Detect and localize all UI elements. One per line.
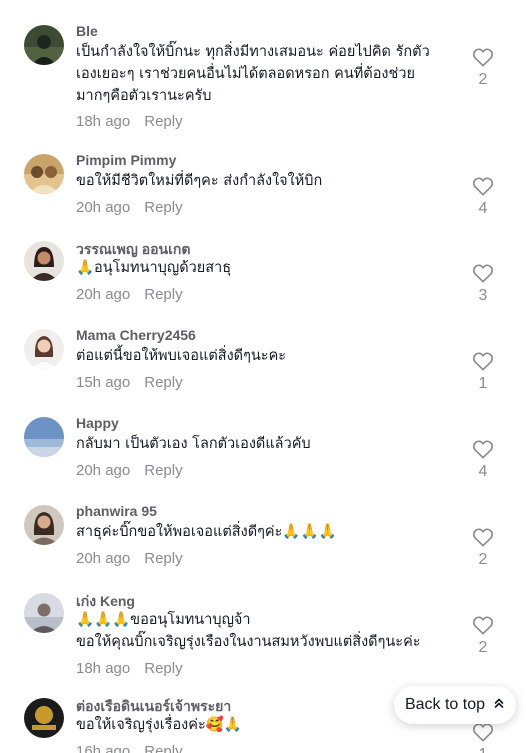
heart-icon: [472, 723, 494, 742]
back-to-top-button[interactable]: Back to top: [394, 686, 516, 724]
avatar[interactable]: [24, 417, 64, 457]
comment-time: 18h ago: [76, 113, 131, 130]
comment-text-line: กลับมา เป็นตัวเอง โลกตัวเองดีแล้วคับ: [76, 436, 311, 452]
like-count: 4: [478, 463, 488, 480]
comment-text: 🙏อนุโมทนาบุญด้วยสาธุ: [76, 257, 461, 279]
avatar-image: [24, 329, 64, 369]
reply-button[interactable]: Reply: [144, 199, 182, 216]
avatar[interactable]: [24, 505, 64, 545]
like-button[interactable]: 4: [470, 176, 496, 218]
avatar-image: [24, 154, 64, 194]
comment-text-line: 🙏🙏🙏ขออนุโมทนาบุญจ้า: [76, 612, 251, 628]
reply-button[interactable]: Reply: [144, 660, 182, 677]
comment-text-line: เองเยอะๆ เราช่วยคนอื่นไม่ได้ตลอดหรอก คนท…: [76, 66, 415, 82]
comment-time: 16h ago: [76, 743, 131, 753]
comment-meta: 18h ago Reply: [76, 660, 183, 677]
like-button[interactable]: 2: [470, 615, 496, 657]
comment-text: เป็นกำลังใจให้บิ๊กนะ ทุกสิ่งมีทางเสมอนะ …: [76, 41, 461, 107]
reply-button[interactable]: Reply: [144, 286, 182, 303]
like-button[interactable]: 3: [470, 263, 496, 305]
heart-icon: [472, 177, 494, 196]
comment-username[interactable]: Mama Cherry2456: [76, 327, 196, 343]
avatar-image: [24, 505, 64, 545]
comment-text: ขอให้มีชีวิตใหม่ที่ดีๆคะ ส่งกำลังใจให้บิ…: [76, 170, 461, 192]
avatar-image: [24, 417, 64, 457]
comment-time: 20h ago: [76, 286, 131, 303]
comment-username[interactable]: Ble: [76, 23, 98, 39]
comment-time: 20h ago: [76, 550, 131, 567]
like-count: 1: [470, 746, 496, 753]
like-button[interactable]: 4: [470, 439, 496, 481]
comment-username[interactable]: phanwira 95: [76, 503, 157, 519]
like-button[interactable]: 1: [470, 351, 496, 393]
comment-username[interactable]: Happy: [76, 415, 119, 431]
comment-text-line: ขอให้คุณบิ๊กเจริญรุ่งเรืองในงานสมหวังพบแ…: [76, 634, 421, 650]
comment-text-line: มากๆคือตัวเรานะครับ: [76, 88, 212, 104]
like-count: 4: [478, 200, 488, 217]
heart-icon: [472, 48, 494, 67]
heart-icon: [472, 352, 494, 371]
like-count: 1: [478, 375, 488, 392]
comment-meta: 20h ago Reply: [76, 462, 183, 479]
comment-text: 🙏🙏🙏ขออนุโมทนาบุญจ้า ขอให้คุณบิ๊กเจริญรุ่…: [76, 609, 461, 653]
comment-text-line: 🙏อนุโมทนาบุญด้วยสาธุ: [76, 260, 232, 276]
avatar[interactable]: [24, 241, 64, 281]
reply-button[interactable]: Reply: [144, 113, 182, 130]
comment-text: ต่อแต่นี้ขอให้พบเจอแต่สิ่งดีๆนะคะ: [76, 345, 461, 367]
comment-text-line: สาธุค่ะบิ๊กขอให้พอเจอแต่สิ่งดีๆค่ะ🙏🙏🙏: [76, 524, 337, 540]
avatar[interactable]: [24, 329, 64, 369]
like-count: 2: [478, 71, 488, 88]
heart-icon: [472, 528, 494, 547]
avatar-image: [24, 698, 64, 738]
avatar-image: [24, 25, 64, 65]
double-chevron-up-icon: [493, 696, 505, 714]
comment-text-line: ต่อแต่นี้ขอให้พบเจอแต่สิ่งดีๆนะคะ: [76, 348, 287, 364]
back-to-top-label: Back to top: [404, 696, 486, 713]
avatar[interactable]: [24, 698, 64, 738]
comment-meta: 16h ago Reply: [76, 743, 183, 753]
comment-time: 20h ago: [76, 199, 131, 216]
heart-icon: [472, 440, 494, 459]
reply-button[interactable]: Reply: [144, 374, 182, 391]
comment-meta: 20h ago Reply: [76, 550, 183, 567]
comment-username[interactable]: Pimpim Pimmy: [76, 152, 176, 168]
comment-text: สาธุค่ะบิ๊กขอให้พอเจอแต่สิ่งดีๆค่ะ🙏🙏🙏: [76, 521, 461, 543]
comment-meta: 18h ago Reply: [76, 113, 183, 130]
comment-text-line: เป็นกำลังใจให้บิ๊กนะ ทุกสิ่งมีทางเสมอนะ …: [76, 44, 430, 60]
avatar[interactable]: [24, 593, 64, 633]
reply-button[interactable]: Reply: [144, 550, 182, 567]
reply-button[interactable]: Reply: [144, 743, 182, 753]
like-button[interactable]: 2: [470, 527, 496, 569]
avatar[interactable]: [24, 25, 64, 65]
like-count: 2: [478, 639, 488, 656]
like-button[interactable]: 2: [470, 47, 496, 89]
like-count: 2: [478, 551, 488, 568]
comment-time: 15h ago: [76, 374, 131, 391]
comment-time: 20h ago: [76, 462, 131, 479]
comment-text: กลับมา เป็นตัวเอง โลกตัวเองดีแล้วคับ: [76, 433, 461, 455]
comment-text-line: ขอให้มีชีวิตใหม่ที่ดีๆคะ ส่งกำลังใจให้บิ…: [76, 173, 323, 189]
like-count: 3: [478, 287, 488, 304]
avatar-image: [24, 241, 64, 281]
comment-meta: 15h ago Reply: [76, 374, 183, 391]
comment-list[interactable]: Ble เป็นกำลังใจให้บิ๊กนะ ทุกสิ่งมีทางเสม…: [0, 0, 526, 753]
reply-button[interactable]: Reply: [144, 462, 182, 479]
avatar[interactable]: [24, 154, 64, 194]
comment-time: 18h ago: [76, 660, 131, 677]
avatar-image: [24, 593, 64, 633]
like-button[interactable]: 1: [470, 722, 496, 753]
heart-icon: [472, 264, 494, 283]
comment-meta: 20h ago Reply: [76, 199, 183, 216]
comment-meta: 20h ago Reply: [76, 286, 183, 303]
heart-icon: [472, 616, 494, 635]
